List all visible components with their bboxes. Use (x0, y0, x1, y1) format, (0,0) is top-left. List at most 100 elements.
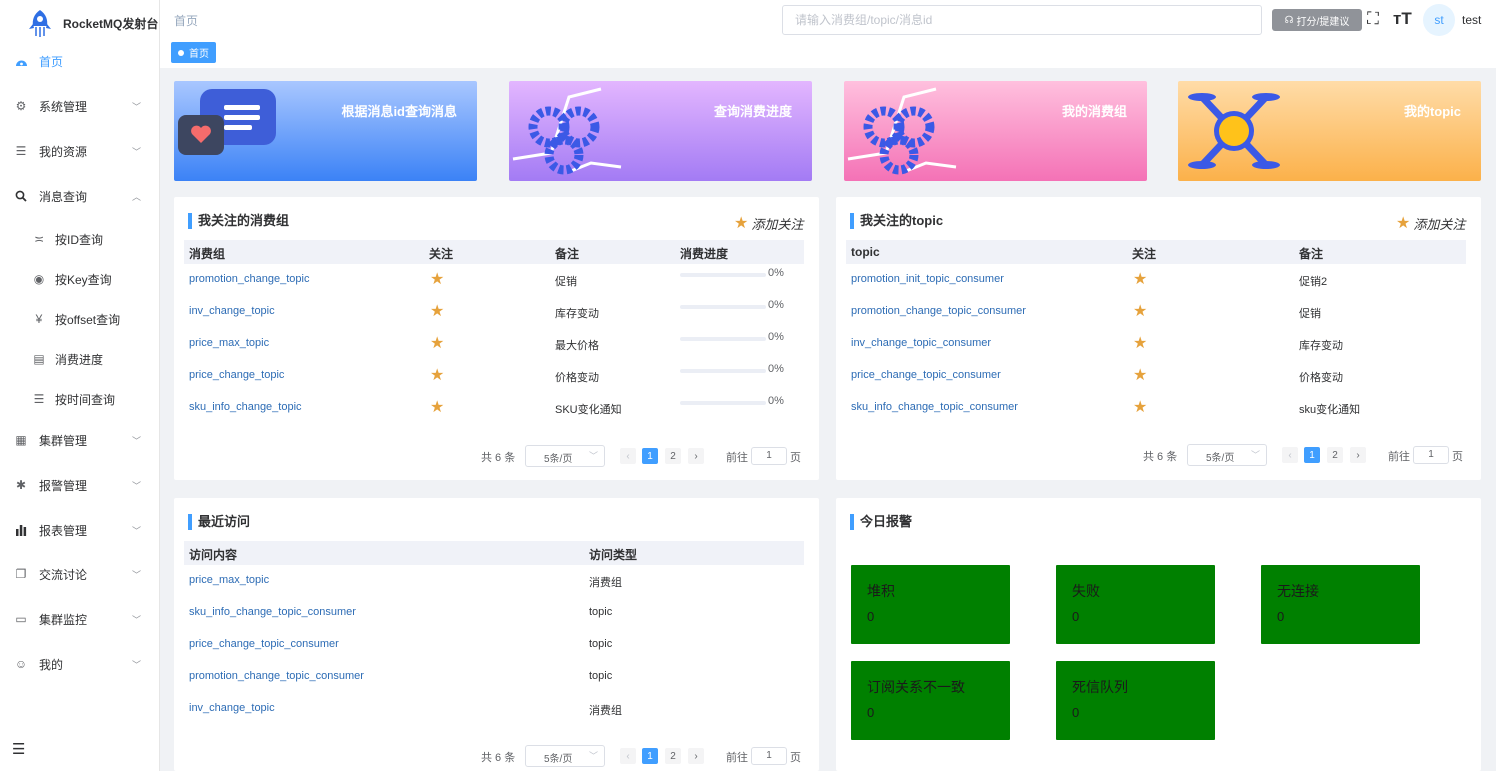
page-button[interactable]: 1 (642, 448, 658, 464)
recent-link[interactable]: price_max_topic (189, 574, 269, 586)
prev-page-button[interactable]: ‹ (1282, 447, 1298, 463)
star-icon[interactable]: ★ (1133, 365, 1147, 385)
search-input[interactable] (782, 5, 1262, 35)
app-logo[interactable]: RocketMQ发射台 (26, 8, 158, 38)
note: 最大价格 (555, 340, 599, 352)
breadcrumb[interactable]: 首页 (174, 12, 198, 29)
prev-page-button[interactable]: ‹ (620, 748, 636, 764)
sidebar-item-query-by-offset[interactable]: ¥ 按offset查询 (0, 299, 159, 339)
prev-page-button[interactable]: ‹ (620, 448, 636, 464)
page-button[interactable]: 2 (665, 748, 681, 764)
star-icon[interactable]: ★ (430, 397, 444, 417)
topic-link[interactable]: promotion_init_topic_consumer (851, 273, 1004, 285)
feedback-button[interactable]: ☊ 打分/提建议 (1272, 9, 1362, 31)
sidebar-item-alarm[interactable]: ✱ 报警管理 ﹀ (0, 465, 159, 505)
add-follow-button[interactable]: ★ 添加关注 (1396, 213, 1465, 233)
page-button[interactable]: 2 (665, 448, 681, 464)
recent-link[interactable]: price_change_topic_consumer (189, 638, 339, 650)
page-unit: 页 (790, 452, 801, 464)
topic-link[interactable]: price_change_topic_consumer (851, 369, 1001, 381)
tab-home[interactable]: 首页 (171, 42, 216, 63)
table-row: sku_info_change_topic ★ SKU变化通知 0% (189, 392, 809, 424)
star-icon[interactable]: ★ (430, 365, 444, 385)
sidebar-item-message-query[interactable]: 消息查询 ︿ (0, 176, 159, 216)
consumer-link[interactable]: price_max_topic (189, 337, 269, 349)
consumer-link[interactable]: promotion_change_topic (189, 273, 309, 285)
banner-query-by-id[interactable]: 根据消息id查询消息 (174, 81, 477, 181)
bug-icon: ✱ (15, 478, 27, 492)
star-icon[interactable]: ★ (430, 269, 444, 289)
chevron-up-icon: ︿ (131, 191, 141, 202)
goto-page-input[interactable]: 1 (751, 747, 787, 765)
followed-topics-card: 我关注的topic ★ 添加关注 topic 关注 备注 promotion_in… (836, 197, 1481, 480)
goto-page-input[interactable]: 1 (751, 447, 787, 465)
page-button[interactable]: 2 (1327, 447, 1343, 463)
sidebar-item-mine[interactable]: ☺ 我的 ﹀ (0, 644, 159, 684)
recent-link[interactable]: promotion_change_topic_consumer (189, 670, 364, 682)
sidebar-item-query-by-id[interactable]: ≍ 按ID查询 (0, 219, 159, 259)
star-icon[interactable]: ★ (430, 301, 444, 321)
recent-link[interactable]: sku_info_change_topic_consumer (189, 606, 356, 618)
star-icon: ★ (1396, 215, 1411, 232)
goto-page-input[interactable]: 1 (1413, 446, 1449, 464)
sidebar-item-label: 集群管理 (39, 433, 88, 448)
sidebar-item-system[interactable]: ⚙ 系统管理 ﹀ (0, 86, 159, 126)
banner-consume-progress[interactable]: 查询消费进度 (509, 81, 812, 181)
consumer-link[interactable]: inv_change_topic (189, 305, 275, 317)
sidebar-item-discussion[interactable]: ❐ 交流讨论 ﹀ (0, 554, 159, 594)
consumer-link[interactable]: sku_info_change_topic (189, 401, 302, 413)
page-button[interactable]: 1 (642, 748, 658, 764)
consumer-link[interactable]: price_change_topic (189, 369, 284, 381)
alarm-name: 失败 (1072, 583, 1100, 599)
sidebar-item-consume-progress[interactable]: ▤ 消费进度 (0, 339, 159, 379)
collapse-menu-icon[interactable]: ☰ (12, 740, 25, 758)
topic-link[interactable]: promotion_change_topic_consumer (851, 305, 1026, 317)
table-row: promotion_init_topic_consumer ★ 促销2 (851, 264, 1471, 296)
star-icon[interactable]: ★ (430, 333, 444, 353)
sidebar-item-home[interactable]: 首页 (0, 41, 159, 81)
page-size-select[interactable]: 5条/页 ﹀ (1187, 444, 1267, 466)
alarm-count: 0 (1277, 609, 1285, 624)
goto-label: 前往 (726, 452, 748, 464)
headset-icon: ☊ (1284, 14, 1294, 26)
sidebar-item-report[interactable]: 报表管理 ﹀ (0, 510, 159, 550)
username[interactable]: test (1462, 13, 1481, 27)
next-page-button[interactable]: › (1350, 447, 1366, 463)
page-size-value: 5条/页 (1206, 453, 1235, 464)
page-size-select[interactable]: 5条/页 ﹀ (525, 745, 605, 767)
sidebar-item-cluster-monitor[interactable]: ▭ 集群监控 ﹀ (0, 599, 159, 639)
table-row: inv_change_topic ★ 库存变动 0% (189, 296, 809, 328)
banner-my-topics[interactable]: 我的topic (1178, 81, 1481, 181)
alarm-tile-backlog[interactable]: 堆积 0 (851, 565, 1010, 644)
topic-link[interactable]: sku_info_change_topic_consumer (851, 401, 1018, 413)
column-header: 关注 (429, 247, 454, 261)
star-icon[interactable]: ★ (1133, 333, 1147, 353)
recent-link[interactable]: inv_change_topic (189, 702, 275, 714)
alarm-tile-dead-letter[interactable]: 死信队列 0 (1056, 661, 1215, 740)
note: 价格变动 (1299, 372, 1343, 384)
banner-my-consumers[interactable]: 我的消费组 (844, 81, 1147, 181)
avatar[interactable]: st (1423, 4, 1455, 36)
next-page-button[interactable]: › (688, 748, 704, 764)
sidebar-item-cluster[interactable]: ▦ 集群管理 ﹀ (0, 420, 159, 460)
page-size-select[interactable]: 5条/页 ﹀ (525, 445, 605, 467)
star-icon[interactable]: ★ (1133, 301, 1147, 321)
sidebar-item-query-by-time[interactable]: ☰ 按时间查询 (0, 379, 159, 419)
note: 促销 (1299, 308, 1321, 320)
star-icon[interactable]: ★ (1133, 269, 1147, 289)
sidebar-item-label: 消费进度 (55, 352, 104, 367)
topic-link[interactable]: inv_change_topic_consumer (851, 337, 991, 349)
sidebar-item-resources[interactable]: ☰ 我的资源 ﹀ (0, 131, 159, 171)
add-follow-button[interactable]: ★ 添加关注 (734, 213, 803, 233)
alarm-tile-no-connection[interactable]: 无连接 0 (1261, 565, 1420, 644)
page-button[interactable]: 1 (1304, 447, 1320, 463)
goto-label: 前往 (1388, 451, 1410, 463)
star-icon[interactable]: ★ (1133, 397, 1147, 417)
alarm-tile-subscription-mismatch[interactable]: 订阅关系不一致 0 (851, 661, 1010, 740)
next-page-button[interactable]: › (688, 448, 704, 464)
font-size-icon[interactable]: ᴛT (1393, 9, 1412, 29)
column-header: topic (851, 245, 880, 259)
sidebar-item-query-by-key[interactable]: ◉ 按Key查询 (0, 259, 159, 299)
alarm-tile-failed[interactable]: 失败 0 (1056, 565, 1215, 644)
fullscreen-icon[interactable]: ⛶ (1367, 9, 1379, 29)
